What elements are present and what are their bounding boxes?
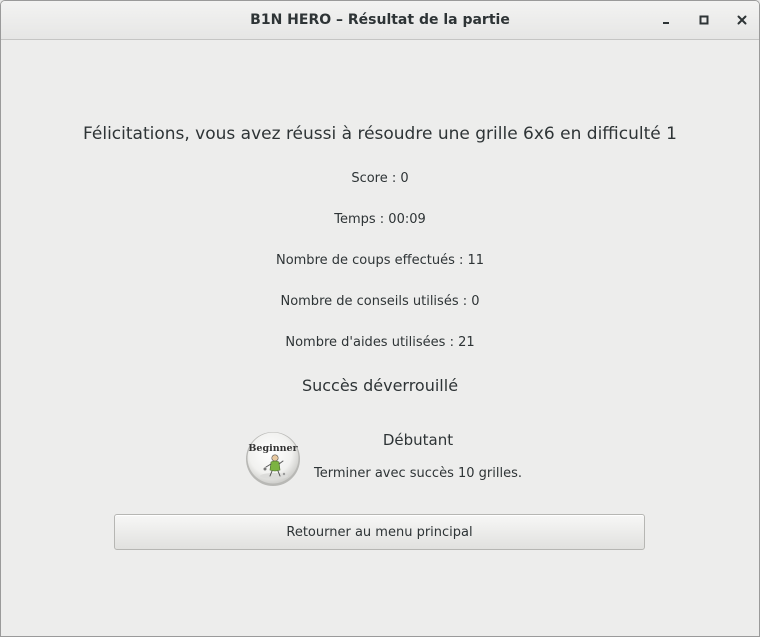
app-window: B1N HERO – Résultat de la partie Félicit…: [0, 0, 760, 637]
helps-used-label: Nombre d'aides utilisées : 21: [285, 335, 475, 350]
back-to-main-menu-button[interactable]: Retourner au menu principal: [114, 514, 645, 550]
minimize-button[interactable]: [655, 10, 677, 30]
congratulations-headline: Félicitations, vous avez réussi à résoud…: [83, 124, 677, 144]
title-bar[interactable]: B1N HERO – Résultat de la partie: [1, 1, 759, 40]
tips-used-label: Nombre de conseils utilisés : 0: [280, 294, 480, 309]
beginner-badge-icon: Beginner: [245, 431, 301, 487]
maximize-button[interactable]: [693, 10, 715, 30]
achievement-description: Terminer avec succès 10 grilles.: [314, 466, 522, 481]
score-label: Score : 0: [351, 171, 409, 186]
achievement-name: Débutant: [382, 431, 454, 449]
close-icon: [737, 15, 747, 25]
window-title: B1N HERO – Résultat de la partie: [250, 12, 510, 28]
moves-count-label: Nombre de coups effectués : 11: [275, 253, 485, 268]
maximize-icon: [699, 15, 709, 25]
close-button[interactable]: [731, 10, 753, 30]
achievement-unlocked-heading: Succès déverrouillé: [301, 376, 459, 395]
minimize-icon: [663, 22, 669, 24]
result-panel: Félicitations, vous avez réussi à résoud…: [1, 40, 759, 636]
svg-text:Beginner: Beginner: [248, 443, 298, 454]
time-label: Temps : 00:09: [334, 212, 426, 227]
